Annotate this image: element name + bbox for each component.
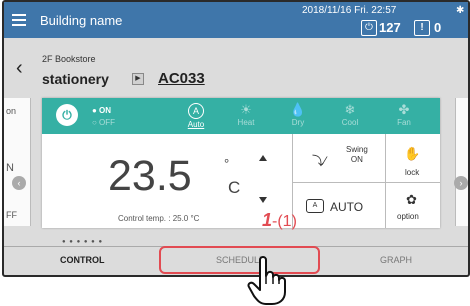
top-bar: Building name 2018/11/16 Fri. 22:57 ✱ ⏻ … (4, 2, 468, 38)
group-expand-button[interactable]: ▶ (132, 73, 144, 85)
fan-speed-icon[interactable]: A (306, 199, 324, 213)
power-on-label: ● ON (92, 106, 112, 115)
control-temperature: Control temp. : 25.0 °C (118, 214, 200, 223)
prev-card-text-bottom: FF (6, 210, 17, 220)
swing-title: Swing (346, 145, 368, 154)
temp-up-arrow-icon[interactable] (259, 155, 267, 161)
next-arrow-icon[interactable]: › (454, 176, 468, 190)
pointing-hand-icon (247, 256, 286, 305)
menu-icon[interactable] (12, 14, 26, 26)
swing-label[interactable]: Swing ON (346, 145, 368, 165)
back-chevron-icon[interactable]: ‹ (16, 57, 23, 80)
fan-speed-value[interactable]: AUTO (330, 200, 363, 214)
building-name: Building name (40, 13, 123, 28)
mode-fan[interactable]: ✤ Fan (384, 102, 424, 127)
alert-count: 0 (434, 20, 442, 35)
page-indicator: ● ● ● ● ● ● (62, 239, 104, 245)
floor-label: 2F Bookstore (42, 54, 96, 64)
unit-control-card: ⏻ ● ON ○ OFF A Auto ☀ Heat 💧 Dry ❄ Cool … (42, 98, 440, 228)
droplet-icon: 💧 (289, 102, 307, 117)
divider (292, 182, 440, 183)
prev-card-text-top: on (6, 106, 17, 116)
gear-icon[interactable]: ✿ (406, 192, 417, 208)
swing-icon[interactable]: ⤵⁄ (312, 152, 326, 169)
mode-cool[interactable]: ❄ Cool (330, 102, 370, 127)
mode-heat-label: Heat (237, 118, 255, 127)
step-number: 1 (262, 210, 273, 230)
power-off-label: ○ OFF (92, 118, 116, 127)
temperature-unit: C (228, 178, 241, 197)
sun-icon: ☀ (240, 102, 252, 117)
divider (385, 134, 386, 228)
device-screen: Building name 2018/11/16 Fri. 22:57 ✱ ⏻ … (2, 0, 470, 277)
snowflake-icon: ❄ (344, 102, 356, 117)
lock-label[interactable]: lock (405, 168, 419, 177)
power-icon: ⏻ (361, 20, 377, 36)
group-name: stationery (42, 71, 109, 87)
alert-icon: ! (414, 20, 430, 36)
mode-dry[interactable]: 💧 Dry (278, 102, 318, 127)
settings-icon[interactable]: ✱ (456, 5, 464, 16)
mode-cool-label: Cool (341, 118, 359, 127)
step-substep: -(1) (272, 213, 297, 230)
previous-unit-card[interactable]: on N FF ‹ (4, 98, 31, 226)
prev-arrow-icon[interactable]: ‹ (12, 176, 26, 190)
degree-symbol: ° (224, 156, 230, 171)
step-annotation: 1-(1) (262, 210, 297, 231)
swing-value: ON (350, 155, 363, 164)
next-unit-card[interactable]: › (454, 98, 468, 226)
tab-graph[interactable]: GRAPH (380, 255, 412, 265)
unit-name[interactable]: AC033 (158, 70, 205, 87)
mode-dry-label: Dry (291, 118, 305, 127)
tab-control[interactable]: CONTROL (60, 255, 105, 265)
fan-icon: ✤ (398, 102, 410, 117)
mode-auto[interactable]: A Auto (176, 102, 216, 129)
lock-icon[interactable]: ✋ (404, 146, 420, 162)
power-count: 127 (379, 20, 401, 35)
prev-card-text-mid: N (6, 162, 14, 174)
option-label[interactable]: option (397, 212, 419, 221)
setpoint-temperature: 23.5 (108, 152, 192, 200)
mode-auto-label: Auto (187, 120, 205, 129)
temp-down-arrow-icon[interactable] (259, 197, 267, 203)
auto-icon: A (188, 103, 204, 119)
mode-heat[interactable]: ☀ Heat (226, 102, 266, 127)
mode-fan-label: Fan (397, 118, 411, 127)
schedule-highlight-box (159, 246, 320, 274)
mode-bar: ⏻ ● ON ○ OFF A Auto ☀ Heat 💧 Dry ❄ Cool … (42, 98, 440, 134)
power-button[interactable]: ⏻ (56, 104, 78, 126)
datetime: 2018/11/16 Fri. 22:57 (302, 5, 397, 16)
